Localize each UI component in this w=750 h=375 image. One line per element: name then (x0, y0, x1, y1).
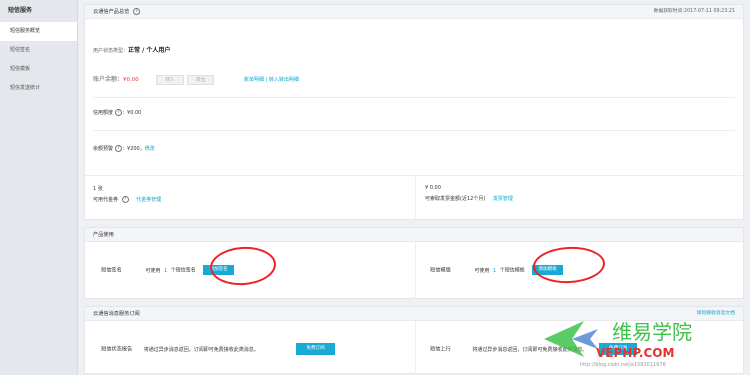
signature-usable: 可使用 (145, 267, 161, 274)
product-usage-title: 产品使用 (93, 232, 114, 238)
watermark-brand-cn: 维易学院 (612, 320, 692, 344)
upstream-label: 短信上行 (430, 346, 451, 353)
sidebar-item-signature[interactable]: 短信签名 (0, 41, 77, 60)
subscription-title: 云通信消息服务订阅 (93, 311, 140, 317)
alert-label: 余额预警 (93, 146, 114, 152)
sidebar-title: 短信服务 (8, 7, 33, 14)
coupon-manage-link[interactable]: 代金券管理 (136, 197, 161, 203)
invoice-block: ¥ 0.00 可索取发票金额(近12个月) 发票管理 (425, 185, 513, 202)
status-report-row: 短信状态报告 将通过异步消息返回，订阅即可免费接收此类消息。 免费订阅 (101, 343, 335, 355)
user-status-value: 正常 / 个人用户 (128, 47, 171, 54)
watermark-url: http://blog.csdn.net/a1583011678 (580, 362, 666, 368)
watermark: 维易学院 VEPHP.COM http://blog.csdn.net/a158… (536, 309, 746, 369)
account-overview-title: 云通信产品总览 (93, 9, 130, 15)
alert-edit-link[interactable]: 修改 (145, 146, 155, 152)
invoice-amount: ¥ 0.00 (425, 185, 441, 191)
sidebar-item-overview[interactable]: 短信服务概览 (0, 22, 77, 41)
help-icon[interactable]: ? (115, 145, 123, 152)
status-report-label: 短信状态报告 (101, 346, 133, 353)
signature-unit: 个短信签名 (170, 267, 196, 274)
divider (93, 97, 735, 98)
alert-row: 余额预警? ：¥200，修改 (93, 145, 155, 152)
billing-links[interactable]: 账单明细 | 转入转出明细 (244, 77, 299, 83)
help-icon[interactable]: ? (121, 196, 129, 203)
credit-row: 信用额度? ：¥0.00 (93, 109, 141, 116)
account-overview-header: 云通信产品总览 ? 数据获取时间:2017-07-11 09:23:21 (85, 5, 743, 19)
subscribe-status-report-button[interactable]: 免费订阅 (296, 343, 335, 355)
transfer-out-button[interactable]: 转出 (187, 74, 215, 85)
transfer-in-button[interactable]: 转入 (156, 74, 184, 85)
user-status-label: 用户状态类型： (93, 48, 129, 54)
signature-label: 短信签名 (101, 267, 122, 274)
help-icon[interactable]: ? (132, 8, 140, 15)
template-unit: 个短信模板 (499, 267, 525, 274)
data-time: 数据获取时间:2017-07-11 09:23:21 (653, 9, 735, 14)
watermark-logo-icon: 维易学院 VEPHP.COM http://blog.csdn.net/a158… (544, 320, 692, 368)
coupon-block: 1 张 可用代金券 ? 代金券管理 (93, 185, 161, 203)
coupon-label: 可用代金券 (93, 197, 119, 203)
credit-label: 信用额度 (93, 110, 114, 116)
template-count[interactable]: 1 (493, 268, 496, 274)
divider (415, 242, 416, 299)
credit-value: ：¥0.00 (122, 110, 142, 116)
signature-count[interactable]: 1 (164, 268, 167, 274)
alert-value: ：¥200， (122, 146, 145, 152)
product-usage-header: 产品使用 (85, 228, 743, 242)
invoice-label: 可索取发票金额(近12个月) (425, 196, 486, 202)
divider (93, 130, 735, 131)
invoice-manage-link[interactable]: 发票管理 (493, 196, 513, 202)
balance-row: 账户余额：¥0.00 转入 转出 账单明细 | 转入转出明细 (93, 74, 299, 85)
template-usable: 可使用 (474, 267, 490, 274)
sidebar: 短信服务 短信服务概览 短信签名 短信模板 短信发送统计 (0, 0, 78, 375)
coupon-count: 1 张 (93, 186, 103, 192)
balance-value: ¥0.00 (123, 77, 139, 83)
divider (85, 175, 743, 176)
help-icon[interactable]: ? (115, 109, 123, 116)
divider (415, 175, 416, 221)
balance-label: 账户余额： (93, 76, 124, 83)
status-report-desc: 将通过异步消息返回，订阅即可免费接收此类消息。 (143, 346, 259, 353)
template-label: 短信模版 (430, 267, 451, 274)
watermark-brand-en: VEPHP.COM (596, 346, 674, 360)
sidebar-item-template[interactable]: 短信模板 (0, 60, 77, 79)
divider (415, 321, 416, 374)
sidebar-item-statistics[interactable]: 短信发送统计 (0, 79, 77, 98)
account-overview-card: 云通信产品总览 ? 数据获取时间:2017-07-11 09:23:21 用户状… (84, 4, 744, 221)
user-status-row: 用户状态类型：正常 / 个人用户 (93, 45, 170, 54)
product-usage-card: 产品使用 短信签名 可使用 1 个短信签名 添加签名 短信模版 可使用 1 个短… (84, 227, 744, 299)
